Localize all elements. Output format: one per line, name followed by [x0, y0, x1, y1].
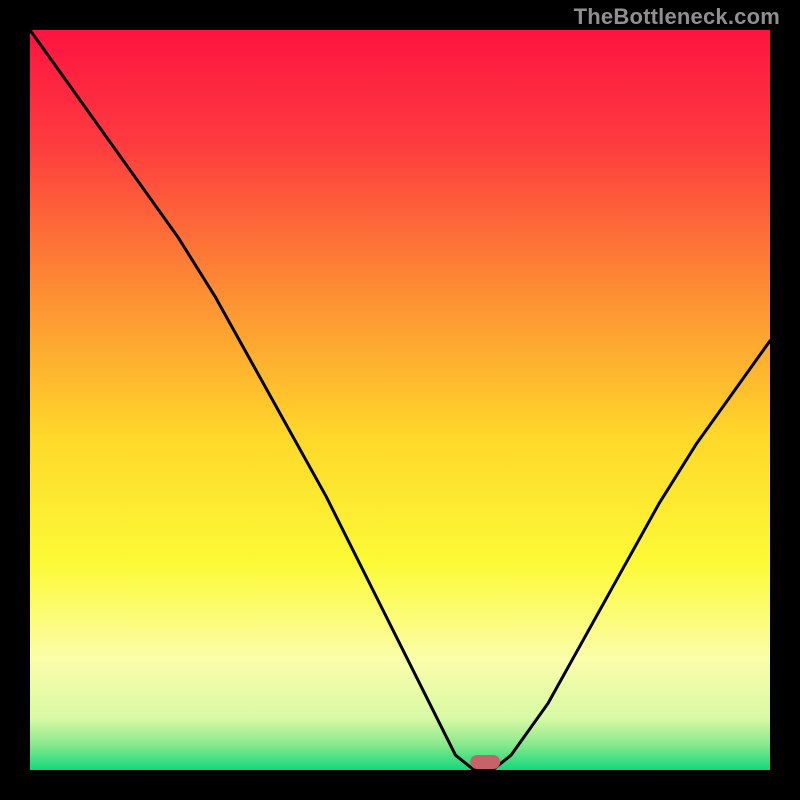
plot-area — [30, 30, 770, 770]
chart-frame: TheBottleneck.com — [0, 0, 800, 800]
background-gradient — [30, 30, 770, 770]
optimal-marker — [470, 755, 500, 769]
watermark-text: TheBottleneck.com — [574, 4, 780, 30]
